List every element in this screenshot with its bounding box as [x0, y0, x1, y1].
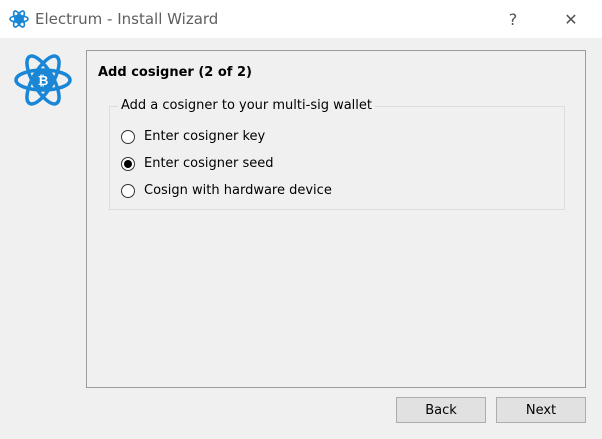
- help-icon: ?: [508, 9, 518, 29]
- groupbox-title: Add a cosigner to your multi-sig wallet: [118, 98, 375, 113]
- option-hardware-device[interactable]: Cosign with hardware device: [121, 183, 332, 198]
- close-icon: ✕: [564, 9, 578, 29]
- cosigner-groupbox: Add a cosigner to your multi-sig wallet …: [109, 98, 565, 210]
- window-title: Electrum - Install Wizard: [35, 10, 219, 28]
- close-button[interactable]: ✕: [548, 0, 594, 38]
- option-label: Enter cosigner key: [144, 129, 266, 144]
- option-cosigner-key[interactable]: Enter cosigner key: [121, 129, 265, 144]
- option-label: Enter cosigner seed: [144, 156, 274, 171]
- option-cosigner-seed[interactable]: Enter cosigner seed: [121, 156, 274, 171]
- option-label: Cosign with hardware device: [144, 183, 332, 198]
- page-title: Add cosigner (2 of 2): [98, 65, 252, 80]
- electrum-logo-icon: ₿: [14, 54, 72, 106]
- radio-button-selected[interactable]: [121, 156, 135, 171]
- svg-text:₿: ₿: [38, 74, 49, 89]
- radio-button[interactable]: [121, 129, 135, 144]
- title-bar: Electrum - Install Wizard ? ✕: [0, 0, 602, 38]
- back-button[interactable]: Back: [396, 397, 486, 423]
- help-button[interactable]: ?: [490, 0, 536, 38]
- next-button[interactable]: Next: [496, 397, 586, 423]
- wizard-panel: Add cosigner (2 of 2) Add a cosigner to …: [86, 50, 586, 388]
- radio-button[interactable]: [121, 183, 135, 198]
- electrum-app-icon: [9, 10, 29, 28]
